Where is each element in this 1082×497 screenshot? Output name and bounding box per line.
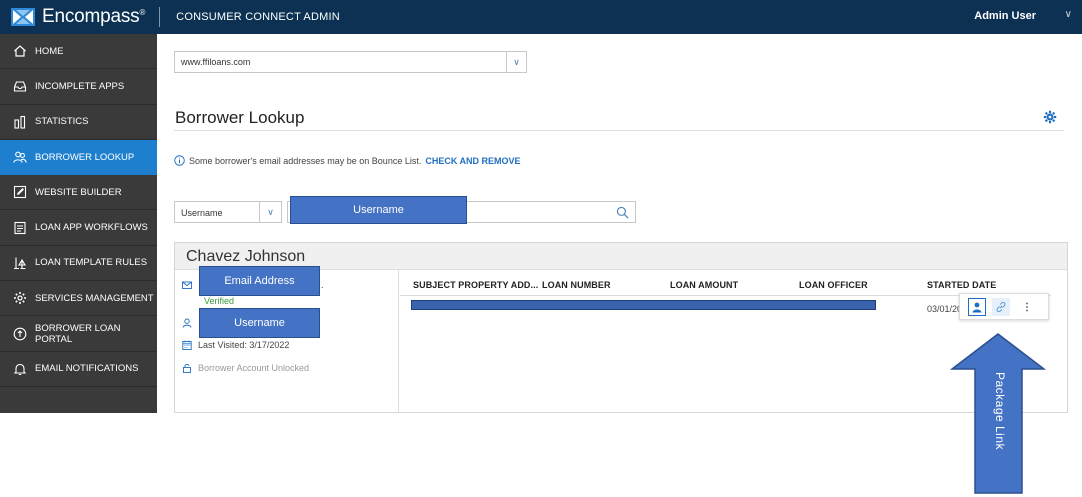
unlock-icon <box>183 363 191 373</box>
sidebar-item-label: INCOMPLETE APPS <box>35 80 125 92</box>
sidebar-item-label: LOAN TEMPLATE RULES <box>35 257 148 269</box>
sidebar-item-email-notifications[interactable]: EMAIL NOTIFICATIONS <box>0 352 157 387</box>
person-icon <box>972 302 982 313</box>
site-select-value: www.ffiloans.com <box>181 57 251 67</box>
inbox-icon <box>13 79 27 93</box>
username-card-callout: Username <box>199 308 320 338</box>
package-link-callout: Package Link <box>993 371 1007 451</box>
sidebar-item-label: HOME <box>35 45 64 57</box>
link-icon <box>996 301 1006 313</box>
account-status-text: Borrower Account Unlocked <box>198 363 310 373</box>
col-started-date[interactable]: STARTED DATE <box>927 280 996 290</box>
sidebar-item-borrower-loan-portal[interactable]: BORROWER LOAN PORTAL <box>0 316 157 352</box>
last-visited-row: Last Visited: 3/17/2022 <box>182 340 289 350</box>
row-actions <box>959 293 1049 320</box>
sidebar-item-incomplete-apps[interactable]: INCOMPLETE APPS <box>0 69 157 105</box>
sidebar-item-borrower-lookup[interactable]: BORROWER LOOKUP <box>0 139 157 176</box>
bell-icon <box>13 362 27 376</box>
brand-name: Encompass® <box>42 6 146 27</box>
search-type-value: Username <box>181 208 223 218</box>
info-icon <box>174 155 185 166</box>
scale-icon <box>13 256 27 270</box>
sidebar: HOME INCOMPLETE APPS STATISTICS BORROWER… <box>0 34 157 413</box>
redacted-row-data <box>411 300 876 310</box>
user-icon <box>182 318 192 328</box>
col-loan-officer[interactable]: LOAN OFFICER <box>799 280 868 290</box>
chevron-down-icon[interactable]: ∨ <box>259 202 281 222</box>
last-visited-text: Last Visited: 3/17/2022 <box>198 340 290 350</box>
sidebar-item-label: BORROWER LOOKUP <box>35 151 135 163</box>
portal-icon <box>13 327 27 341</box>
notice-text: Some borrower's email addresses may be o… <box>189 155 422 166</box>
package-link-button[interactable] <box>992 298 1010 316</box>
gear-icon <box>13 291 27 305</box>
encompass-logo-icon <box>11 8 35 26</box>
username-search-callout: Username <box>290 196 467 224</box>
sidebar-item-label: WEBSITE BUILDER <box>35 186 122 198</box>
borrower-email-row <box>182 280 198 290</box>
sidebar-item-statistics[interactable]: STATISTICS <box>0 105 157 140</box>
col-loan-number[interactable]: LOAN NUMBER <box>542 280 611 290</box>
settings-gear-icon[interactable] <box>1043 110 1057 124</box>
bar-chart-icon <box>13 115 27 129</box>
title-divider <box>174 130 1064 131</box>
user-menu[interactable]: Admin User <box>974 10 1036 22</box>
col-subject-property[interactable]: SUBJECT PROPERTY ADD... <box>413 280 538 290</box>
product-name: CONSUMER CONNECT ADMIN <box>176 11 340 23</box>
sidebar-item-website-builder[interactable]: WEBSITE BUILDER <box>0 175 157 211</box>
sidebar-item-label: EMAIL NOTIFICATIONS <box>35 363 139 375</box>
sidebar-item-loan-template-rules[interactable]: LOAN TEMPLATE RULES <box>0 246 157 282</box>
borrower-email-trail: . <box>321 280 324 290</box>
borrower-username-row <box>182 318 198 328</box>
more-options-icon[interactable] <box>1018 298 1036 316</box>
sidebar-item-label: BORROWER LOAN PORTAL <box>35 322 121 345</box>
chevron-down-icon[interactable]: ∨ <box>506 52 526 72</box>
logo[interactable]: Encompass® <box>11 6 145 28</box>
borrower-profile-button[interactable] <box>968 298 986 316</box>
sidebar-item-label: STATISTICS <box>35 116 89 128</box>
loans-table-header: SUBJECT PROPERTY ADD... LOAN NUMBER LOAN… <box>400 274 1051 296</box>
sidebar-item-services-management[interactable]: SERVICES MANAGEMENT <box>0 281 157 317</box>
bounce-list-notice: Some borrower's email addresses may be o… <box>174 155 521 166</box>
registered-mark: ® <box>139 8 146 17</box>
check-and-remove-link[interactable]: CHECK AND REMOVE <box>425 156 520 166</box>
calendar-icon <box>182 340 192 350</box>
started-date-cell: 03/01/20 <box>927 304 963 314</box>
search-icon[interactable] <box>616 206 629 219</box>
sidebar-item-label: SERVICES MANAGEMENT <box>35 292 154 304</box>
sidebar-item-home[interactable]: HOME <box>0 34 157 70</box>
borrower-name: Chavez Johnson <box>186 248 306 265</box>
document-icon <box>13 221 27 235</box>
edit-icon <box>13 185 27 199</box>
col-loan-amount[interactable]: LOAN AMOUNT <box>670 280 738 290</box>
topbar-divider <box>159 7 161 27</box>
account-status-row: Borrower Account Unlocked <box>182 363 309 373</box>
page-title: Borrower Lookup <box>175 108 305 127</box>
email-address-callout: Email Address <box>199 266 320 296</box>
email-verified-status: Verified <box>204 296 235 306</box>
sidebar-item-label: LOAN APP WORKFLOWS <box>35 222 148 234</box>
sidebar-item-loan-app-workflows[interactable]: LOAN APP WORKFLOWS <box>0 210 157 246</box>
search-type-select[interactable]: Username ∨ <box>174 201 282 223</box>
top-bar: Encompass® CONSUMER CONNECT ADMIN Admin … <box>0 0 1082 34</box>
site-select[interactable]: www.ffiloans.com ∨ <box>174 51 527 73</box>
home-icon <box>13 44 27 58</box>
users-icon <box>13 150 27 164</box>
envelope-icon <box>182 281 192 289</box>
chevron-down-icon[interactable]: ∨ <box>1065 9 1072 20</box>
